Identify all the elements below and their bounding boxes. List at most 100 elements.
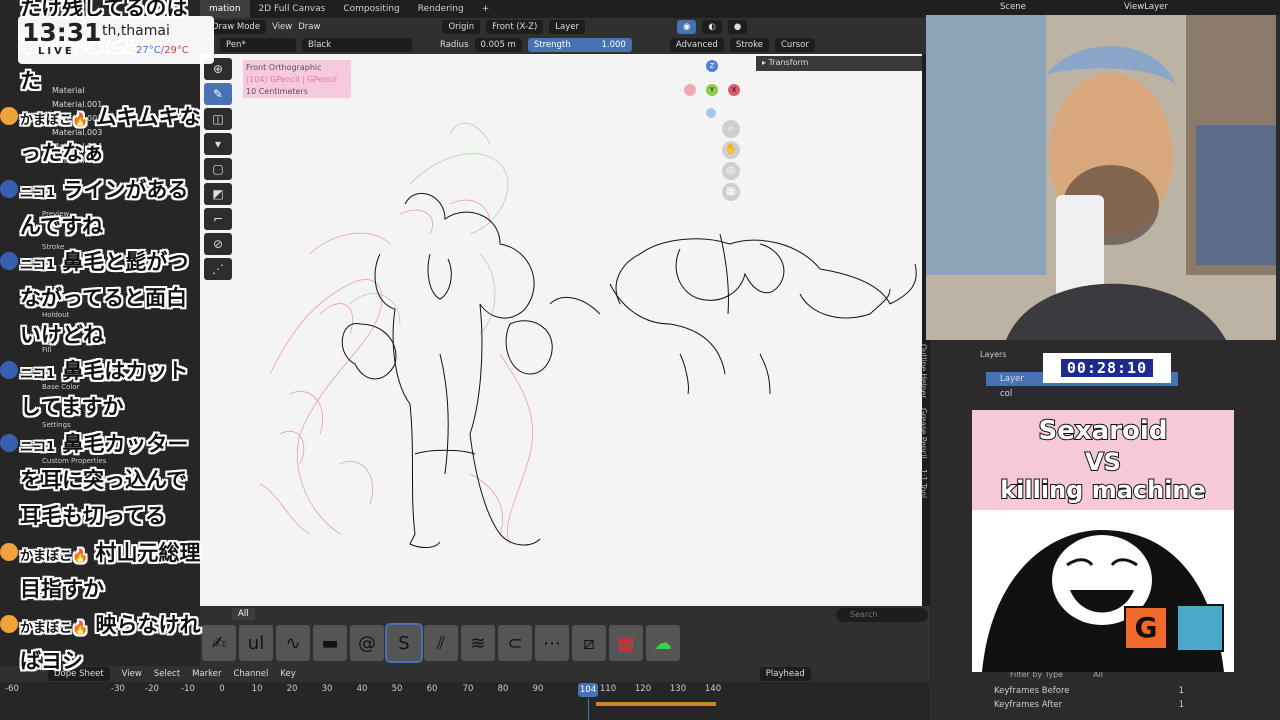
dope-menu-key[interactable]: Key xyxy=(280,669,295,679)
axis-neg-z-icon[interactable] xyxy=(706,108,716,118)
chat-text: 目指すか xyxy=(20,576,104,601)
scene-label[interactable]: Scene xyxy=(1000,2,1026,12)
brush-curve-icon[interactable]: ⊂ xyxy=(498,625,532,661)
brush-hatch-icon[interactable]: ≋ xyxy=(461,625,495,661)
current-frame-indicator[interactable]: 104 xyxy=(578,683,598,697)
brush-red-fill-icon[interactable]: ▦ xyxy=(609,625,643,661)
pan-icon[interactable]: ✋ xyxy=(722,141,740,159)
keyframes-after-field[interactable]: 1 xyxy=(1179,698,1184,712)
ruler-tick-label: 120 xyxy=(634,684,652,694)
tab-compositing[interactable]: Compositing xyxy=(334,0,408,18)
layer-mode-dropdown[interactable]: Layer xyxy=(549,20,585,34)
sketch-drawing xyxy=(259,122,917,548)
chat-message: ニコ1 鼻毛はカット xyxy=(0,355,188,385)
chat-text: ラインがある xyxy=(62,177,189,202)
chat-text: ながってると面白 xyxy=(20,286,187,311)
material-dropdown[interactable]: Black xyxy=(302,38,412,52)
brush-green-drip-icon[interactable]: ☁ xyxy=(646,625,680,661)
chat-message: かまぼこ🔥 ムキムキな xyxy=(0,101,201,131)
chat-message: ニコ1 ラインがある xyxy=(0,174,189,204)
cursor-dropdown[interactable]: Cursor xyxy=(774,38,815,52)
advanced-dropdown[interactable]: Advanced xyxy=(669,38,724,52)
ruler-tick-label: 90 xyxy=(532,684,544,694)
brush-asset-shelf: All Search ✍ ul ∿ ▬ @ S ⫽ ≋ ⊂ ⋯ ⧄ ▦ ☁ xyxy=(200,606,930,666)
navigation-gizmo[interactable]: Z Y X xyxy=(684,60,742,118)
brush-round-icon[interactable]: @ xyxy=(350,625,384,661)
view-dropdown[interactable]: Front (X-Z) xyxy=(486,20,544,34)
ruler-tick-label: 70 xyxy=(462,684,474,694)
chat-avatar-icon xyxy=(0,615,18,634)
brush-scribble-icon[interactable]: ⧄ xyxy=(572,625,606,661)
chat-message: 目指すか xyxy=(20,573,104,603)
chat-nick: かまぼこ🔥 xyxy=(20,548,89,564)
drawing-canvas[interactable] xyxy=(200,54,922,606)
overlay-icon[interactable]: ◐ xyxy=(702,20,722,34)
menu-draw[interactable]: Draw xyxy=(298,22,320,32)
search-input[interactable]: Search xyxy=(836,608,928,622)
zoom-icon[interactable]: ⌕ xyxy=(722,120,740,138)
stroke-dropdown[interactable]: Stroke xyxy=(729,38,769,52)
timer-value: 00:28:10 xyxy=(1060,359,1154,377)
chat-nick: かまぼこ🔥 xyxy=(20,112,89,128)
promo-title-2: VS xyxy=(1084,447,1122,477)
chat-avatar-icon xyxy=(0,252,18,271)
tab-11-tool[interactable]: 1:1 Tool xyxy=(910,469,928,498)
view-controls: ⌕ ✋ ◎ ▦ xyxy=(722,120,742,201)
camera-icon[interactable]: ◎ xyxy=(722,162,740,180)
viewlayer-label[interactable]: ViewLayer xyxy=(1124,2,1168,12)
temp-low: 27°C/ xyxy=(136,45,165,56)
brush-pen-icon[interactable]: ul xyxy=(239,625,273,661)
layer-item-col[interactable]: col xyxy=(986,387,1178,401)
brush-airbrush-icon[interactable]: ⫽ xyxy=(424,625,458,661)
add-workspace-button[interactable]: + xyxy=(473,0,499,18)
kindle-logo-icon xyxy=(1176,604,1224,652)
ruler-tick-label: 40 xyxy=(356,684,368,694)
clock-widget: 13:31 th,thamai LIVE 27°C/29°C xyxy=(18,16,214,64)
grid-icon[interactable]: ▦ xyxy=(722,183,740,201)
scale-info: 10 Centimeters xyxy=(246,87,308,96)
axis-z-icon[interactable]: Z xyxy=(706,60,718,72)
axis-y-icon[interactable]: Y xyxy=(706,84,718,96)
brush-pencil-icon[interactable]: ∿ xyxy=(276,625,310,661)
chat-text: んですね xyxy=(20,213,103,238)
promo-store: Kindle xyxy=(1184,654,1213,663)
brush-dash-icon[interactable]: ⋯ xyxy=(535,625,569,661)
brush-selected-icon[interactable]: S xyxy=(385,623,423,663)
chat-text: を耳に突っ込んで xyxy=(20,467,187,492)
transform-panel[interactable]: ▸ Transform xyxy=(756,56,922,71)
chat-nick: ニコ1 xyxy=(20,185,56,201)
playhead-dropdown[interactable]: Playhead xyxy=(759,667,811,681)
promo-banner: Sexaroid VS killing machine G GLOBALCOMI… xyxy=(972,410,1234,672)
axis-neg-x-icon[interactable] xyxy=(684,84,696,96)
chat-text: 鼻毛カッター xyxy=(62,431,189,456)
chat-message: ニコ1 鼻毛カッター xyxy=(0,428,189,458)
layers-title: Layers xyxy=(980,350,1007,359)
webcam-feed xyxy=(926,15,1276,340)
tab-outline-helper[interactable]: Outline Helper xyxy=(910,344,928,398)
axis-x-icon[interactable]: X xyxy=(728,84,740,96)
tab-rendering[interactable]: Rendering xyxy=(409,0,473,18)
tab-2d-full-canvas[interactable]: 2D Full Canvas xyxy=(250,0,335,18)
chat-text: 耳毛も切ってる xyxy=(20,504,166,529)
chat-text: ばヨシ xyxy=(20,649,83,674)
playhead-line xyxy=(588,698,589,720)
shading-icon[interactable]: ● xyxy=(727,20,748,34)
tab-grease-pencil[interactable]: Grease Pencil xyxy=(910,408,928,459)
chat-message: いけどね xyxy=(20,319,104,349)
strength-slider[interactable]: Strength 1.000 xyxy=(527,38,632,52)
ruler-tick-label: 130 xyxy=(669,684,687,694)
keyframes-before-field[interactable]: 1 xyxy=(1179,684,1184,698)
brush-marker-icon[interactable]: ▬ xyxy=(313,625,347,661)
menu-view[interactable]: View xyxy=(272,22,292,32)
gizmo-toggle-icon[interactable]: ◉ xyxy=(676,20,697,34)
radius-field[interactable]: 0.005 m xyxy=(474,38,522,52)
origin-dropdown[interactable]: Origin xyxy=(442,20,481,34)
brush-dropdown[interactable]: Pen* xyxy=(220,38,296,52)
filter-all-tab[interactable]: All xyxy=(232,608,255,620)
chat-message: してますか xyxy=(20,391,123,421)
chat-text: た xyxy=(20,68,41,93)
object-info: (104) GPencil | GPencil xyxy=(246,75,337,84)
chat-text: 映らなけれ xyxy=(95,613,201,638)
globalcomix-logo-icon: G xyxy=(1124,606,1168,650)
dope-menu-channel[interactable]: Channel xyxy=(233,669,268,679)
